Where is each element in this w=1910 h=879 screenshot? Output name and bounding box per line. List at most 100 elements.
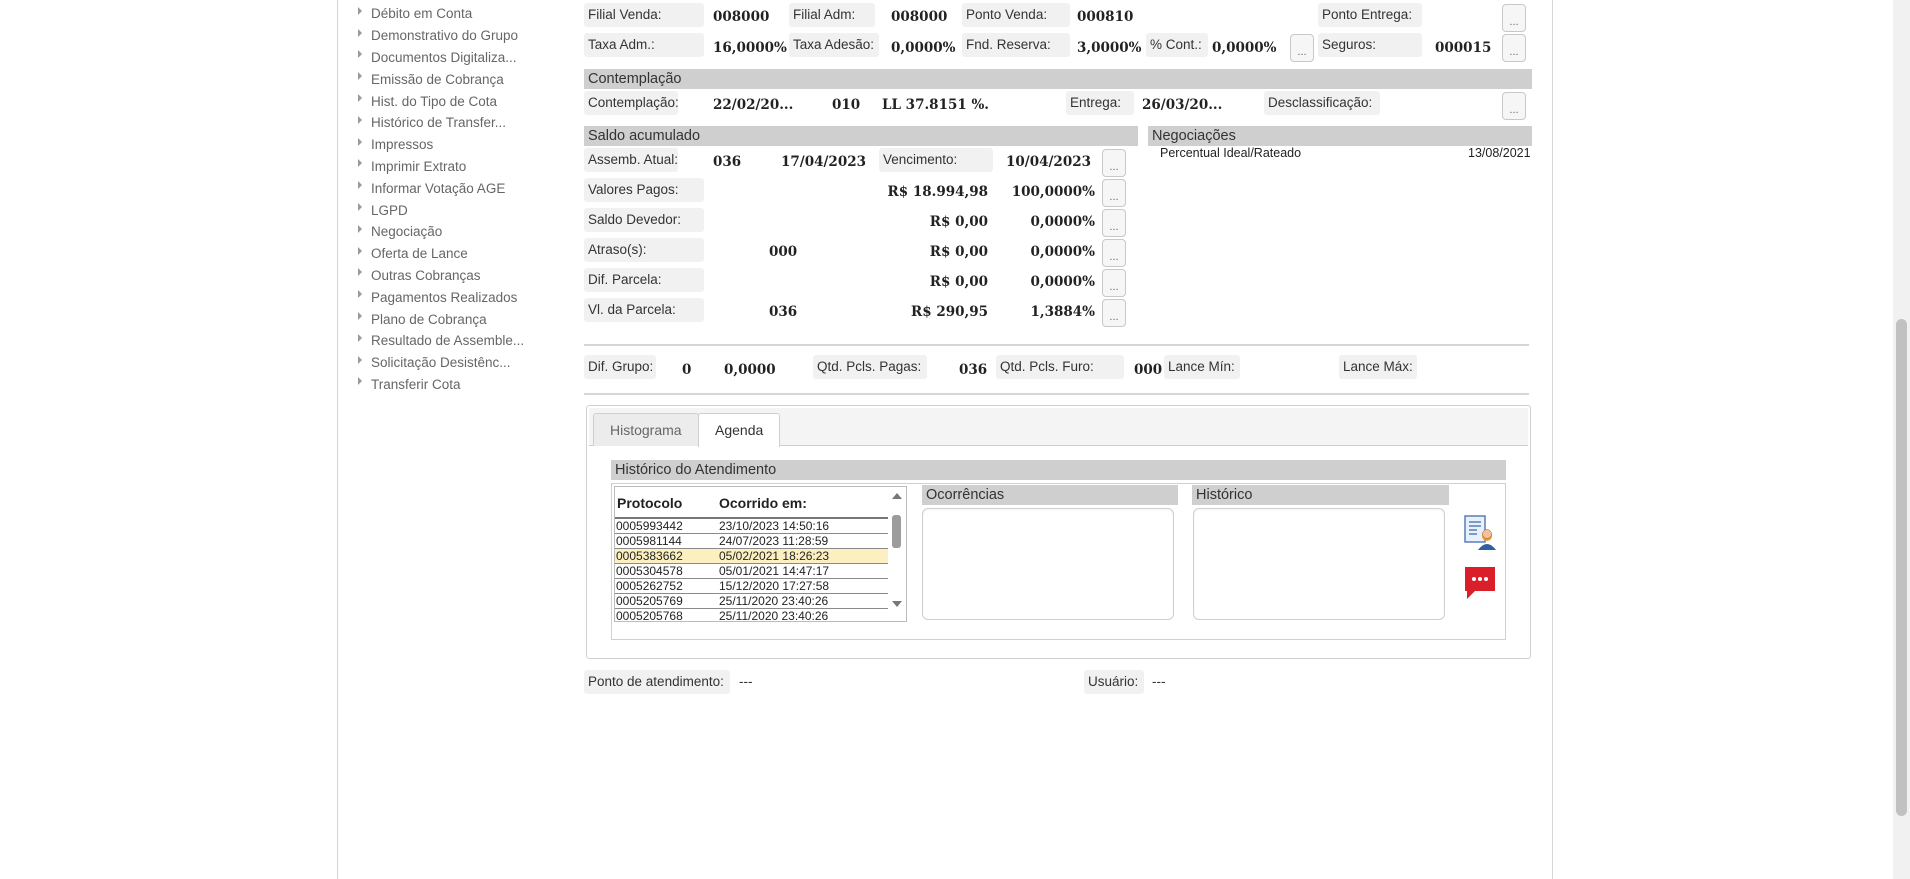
table-row[interactable]: 0005993442 23/10/2023 14:50:16 bbox=[615, 519, 889, 534]
saldo-devedor-more-button[interactable]: ... bbox=[1102, 209, 1126, 237]
chevron-right-icon bbox=[358, 312, 362, 321]
cont-more-button[interactable]: ... bbox=[1290, 34, 1314, 62]
tab-agenda[interactable]: Agenda bbox=[698, 413, 781, 447]
table-row[interactable]: 0005981144 24/07/2023 11:28:59 bbox=[615, 534, 889, 549]
assemb-more-button[interactable]: ... bbox=[1102, 149, 1126, 177]
chevron-right-icon bbox=[358, 246, 362, 255]
filial-venda-value: 008000 bbox=[713, 9, 770, 25]
protocol-list-header: Protocolo Ocorrido em: bbox=[615, 487, 889, 519]
sidebar-item-plano-de-cobranca[interactable]: Plano de Cobrança bbox=[358, 308, 558, 330]
table-row[interactable]: 0005304578 05/01/2021 14:47:17 bbox=[615, 564, 889, 579]
divider bbox=[584, 344, 1529, 346]
contemplacao-date: 22/02/20... bbox=[713, 97, 794, 113]
taxa-adm-value: 16,0000% bbox=[713, 40, 787, 56]
cont-value: 0,0000% bbox=[1212, 40, 1277, 56]
usuario-value: --- bbox=[1152, 674, 1166, 689]
historico-textarea[interactable] bbox=[1193, 508, 1445, 620]
vencimento-label: Vencimento: bbox=[879, 148, 993, 172]
ponto-atendimento-value: --- bbox=[739, 674, 753, 689]
sidebar-item-lgpd[interactable]: LGPD bbox=[358, 199, 558, 221]
scroll-down-arrow-icon[interactable] bbox=[892, 601, 902, 607]
seguros-label: Seguros: bbox=[1318, 33, 1422, 57]
qtd-pcls-pagas-value: 036 bbox=[959, 362, 988, 378]
negociacao-item-label[interactable]: Percentual Ideal/Rateado bbox=[1160, 146, 1301, 160]
filial-adm-label: Filial Adm: bbox=[789, 3, 875, 27]
ponto-venda-value: 000810 bbox=[1077, 9, 1134, 25]
contemplacao-code: 010 bbox=[832, 97, 861, 113]
saldo-devedor-value: R$ 0,00 bbox=[929, 214, 988, 230]
saldo-devedor-label: Saldo Devedor: bbox=[584, 208, 704, 232]
sidebar-item-impressos[interactable]: Impressos bbox=[358, 134, 558, 156]
sidebar-item-pagamentos-realizados[interactable]: Pagamentos Realizados bbox=[358, 286, 558, 308]
sidebar-item-historico-de-transferencia[interactable]: Histórico de Transfer... bbox=[358, 112, 558, 134]
content-frame-left-border bbox=[337, 0, 338, 879]
scrollbar-thumb[interactable] bbox=[892, 515, 901, 548]
report-user-icon[interactable] bbox=[1462, 514, 1498, 552]
filial-adm-value: 008000 bbox=[891, 9, 948, 25]
ponto-entrega-more-button[interactable]: ... bbox=[1502, 4, 1526, 32]
sidebar-item-demonstrativo-do-grupo[interactable]: Demonstrativo do Grupo bbox=[358, 25, 558, 47]
entrega-date: 26/03/20... bbox=[1142, 97, 1223, 113]
sidebar-item-resultado-de-assembleia[interactable]: Resultado de Assemble... bbox=[358, 330, 558, 352]
tab-histograma[interactable]: Histograma bbox=[593, 413, 699, 446]
table-row[interactable]: 0005262752 15/12/2020 17:27:58 bbox=[615, 579, 889, 594]
sidebar-item-debito-em-conta[interactable]: Débito em Conta bbox=[358, 3, 558, 25]
historico-atendimento-header: Histórico do Atendimento bbox=[611, 460, 1506, 480]
valores-pagos-percent: 100,0000% bbox=[1011, 184, 1095, 200]
desclassificacao-more-button[interactable]: ... bbox=[1502, 92, 1526, 120]
sidebar-item-transferir-cota[interactable]: Transferir Cota bbox=[358, 374, 558, 396]
sidebar-item-negociacao[interactable]: Negociação bbox=[358, 221, 558, 243]
chevron-right-icon bbox=[358, 181, 362, 190]
sidebar-item-emissao-de-cobranca[interactable]: Emissão de Cobrança bbox=[358, 68, 558, 90]
seguros-more-button[interactable]: ... bbox=[1502, 34, 1526, 62]
sidebar-item-solicitacao-desistencia[interactable]: Solicitação Desistênc... bbox=[358, 352, 558, 374]
seguros-value: 000015 bbox=[1435, 40, 1492, 56]
table-row-selected[interactable]: 0005383662 05/02/2021 18:26:23 bbox=[615, 549, 889, 564]
atrasos-more-button[interactable]: ... bbox=[1102, 239, 1126, 267]
chevron-right-icon bbox=[358, 115, 362, 124]
vl-parcela-value: R$ 290,95 bbox=[911, 304, 988, 320]
ocorrencias-header: Ocorrências bbox=[922, 485, 1178, 505]
qtd-pcls-pagas-label: Qtd. Pcls. Pagas: bbox=[813, 355, 927, 379]
message-bubble-icon[interactable] bbox=[1463, 565, 1497, 601]
atrasos-value: R$ 0,00 bbox=[929, 244, 988, 260]
dif-grupo-label: Dif. Grupo: bbox=[584, 355, 656, 379]
page-scrollbar[interactable] bbox=[1893, 0, 1910, 879]
sidebar-item-imprimir-extrato[interactable]: Imprimir Extrato bbox=[358, 156, 558, 178]
chevron-right-icon bbox=[358, 50, 362, 59]
content-frame-right-border bbox=[1552, 0, 1553, 879]
chevron-right-icon bbox=[358, 6, 362, 15]
col-ocorrido-em: Ocorrido em: bbox=[719, 495, 807, 511]
chevron-right-icon bbox=[358, 203, 362, 212]
taxa-adesao-value: 0,0000% bbox=[891, 40, 956, 56]
ponto-entrega-label: Ponto Entrega: bbox=[1318, 3, 1422, 27]
qtd-pcls-furo-label: Qtd. Pcls. Furo: bbox=[996, 355, 1124, 379]
sidebar-item-outras-cobrancas[interactable]: Outras Cobranças bbox=[358, 265, 558, 287]
dif-parcela-more-button[interactable]: ... bbox=[1102, 269, 1126, 297]
vl-parcela-count: 036 bbox=[769, 304, 798, 320]
sidebar-item-hist-tipo-de-cota[interactable]: Hist. do Tipo de Cota bbox=[358, 90, 558, 112]
contemplacao-label: Contemplação: bbox=[584, 91, 679, 115]
sidebar-item-oferta-de-lance[interactable]: Oferta de Lance bbox=[358, 243, 558, 265]
chevron-right-icon bbox=[358, 355, 362, 364]
dif-parcela-percent: 0,0000% bbox=[1030, 274, 1096, 290]
page-scrollbar-thumb[interactable] bbox=[1896, 319, 1907, 816]
chevron-right-icon bbox=[358, 94, 362, 103]
saldo-devedor-percent: 0,0000% bbox=[1030, 214, 1096, 230]
chevron-right-icon bbox=[358, 28, 362, 37]
ponto-atendimento-label: Ponto de atendimento: bbox=[584, 670, 730, 694]
protocol-list[interactable]: Protocolo Ocorrido em: 0005993442 23/10/2… bbox=[614, 486, 907, 622]
table-row[interactable]: 0005205768 25/11/2020 23:40:26 bbox=[615, 609, 889, 621]
vencimento-value: 10/04/2023 bbox=[1006, 154, 1092, 170]
valores-pagos-more-button[interactable]: ... bbox=[1102, 179, 1126, 207]
sidebar-item-documentos-digitalizados[interactable]: Documentos Digitaliza... bbox=[358, 47, 558, 69]
table-row[interactable]: 0005205769 25/11/2020 23:40:26 bbox=[615, 594, 889, 609]
sidebar-item-informar-votacao-age[interactable]: Informar Votação AGE bbox=[358, 177, 558, 199]
ocorrencias-textarea[interactable] bbox=[922, 508, 1174, 620]
protocol-list-scrollbar[interactable] bbox=[888, 487, 906, 621]
qtd-pcls-furo-value: 000 bbox=[1134, 362, 1163, 378]
scroll-up-arrow-icon[interactable] bbox=[892, 493, 902, 499]
vl-parcela-label: Vl. da Parcela: bbox=[584, 298, 704, 322]
vl-parcela-percent: 1,3884% bbox=[1030, 304, 1096, 320]
vl-parcela-more-button[interactable]: ... bbox=[1102, 299, 1126, 327]
